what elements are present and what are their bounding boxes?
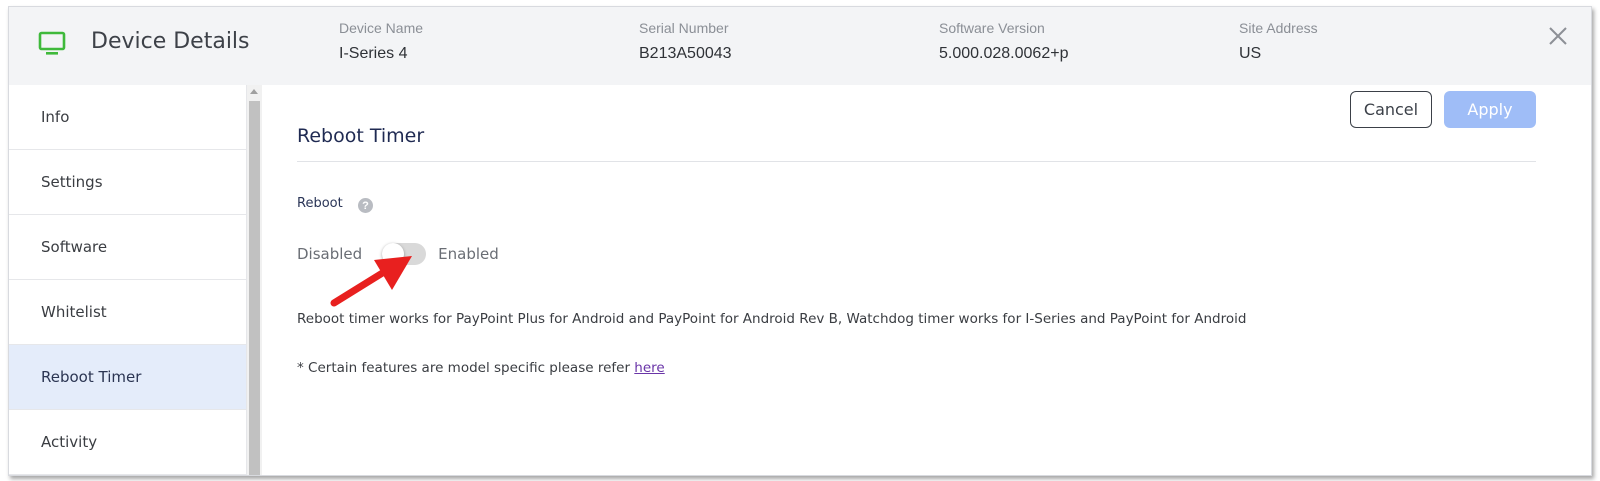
- device-name-label: Device Name: [339, 20, 424, 36]
- software-version-field: Software Version 5.000.028.0062+p: [939, 20, 1068, 63]
- section-title: Reboot Timer: [297, 125, 425, 147]
- sidebar-item-software[interactable]: Software: [9, 215, 246, 280]
- help-icon[interactable]: ?: [358, 198, 373, 213]
- site-address-label: Site Address: [1239, 20, 1318, 36]
- note-text: * Certain features are model specific pl…: [297, 360, 635, 376]
- page-title: Device Details: [91, 29, 250, 54]
- reboot-label: Reboot: [297, 196, 343, 211]
- apply-button[interactable]: Apply: [1444, 91, 1536, 128]
- sidebar-item-whitelist[interactable]: Whitelist: [9, 280, 246, 345]
- software-version-label: Software Version: [939, 20, 1045, 36]
- sidebar-item-reboot-timer[interactable]: Reboot Timer: [9, 345, 246, 410]
- here-link[interactable]: here: [634, 360, 664, 376]
- sidebar-item-settings[interactable]: Settings: [9, 150, 246, 215]
- cancel-button[interactable]: Cancel: [1350, 91, 1432, 128]
- site-address-value: US: [1239, 45, 1262, 62]
- device-details-window: Device Details Device Name I-Series 4 Se…: [8, 6, 1592, 476]
- serial-number-field: Serial Number B213A50043: [639, 20, 732, 63]
- device-name-value: I-Series 4: [339, 45, 408, 62]
- scroll-up-arrow-icon[interactable]: [250, 89, 258, 94]
- red-arrow-annotation-icon: [330, 256, 412, 307]
- sidebar-item-info[interactable]: Info: [9, 85, 246, 150]
- header-bar: Device Details Device Name I-Series 4 Se…: [9, 7, 1591, 85]
- close-icon[interactable]: [1547, 25, 1569, 47]
- toggle-enabled-label: Enabled: [438, 245, 499, 263]
- sidebar-item-activity[interactable]: Activity: [9, 410, 246, 475]
- sidebar-scrollbar[interactable]: [247, 85, 262, 475]
- device-name-field: Device Name I-Series 4: [339, 20, 423, 63]
- serial-number-value: B213A50043: [639, 45, 732, 62]
- model-note: * Certain features are model specific pl…: [297, 360, 665, 376]
- monitor-icon: [38, 31, 66, 55]
- section-divider: [297, 161, 1536, 162]
- site-address-field: Site Address US: [1239, 20, 1318, 63]
- reboot-description: Reboot timer works for PayPoint Plus for…: [297, 311, 1247, 327]
- software-version-value: 5.000.028.0062+p: [939, 45, 1069, 62]
- sidebar-nav: Info Settings Software Whitelist Reboot …: [9, 85, 247, 475]
- serial-number-label: Serial Number: [639, 20, 729, 36]
- scrollbar-thumb[interactable]: [249, 101, 260, 475]
- main-panel: Cancel Apply Reboot Timer Reboot ? Disab…: [262, 85, 1591, 475]
